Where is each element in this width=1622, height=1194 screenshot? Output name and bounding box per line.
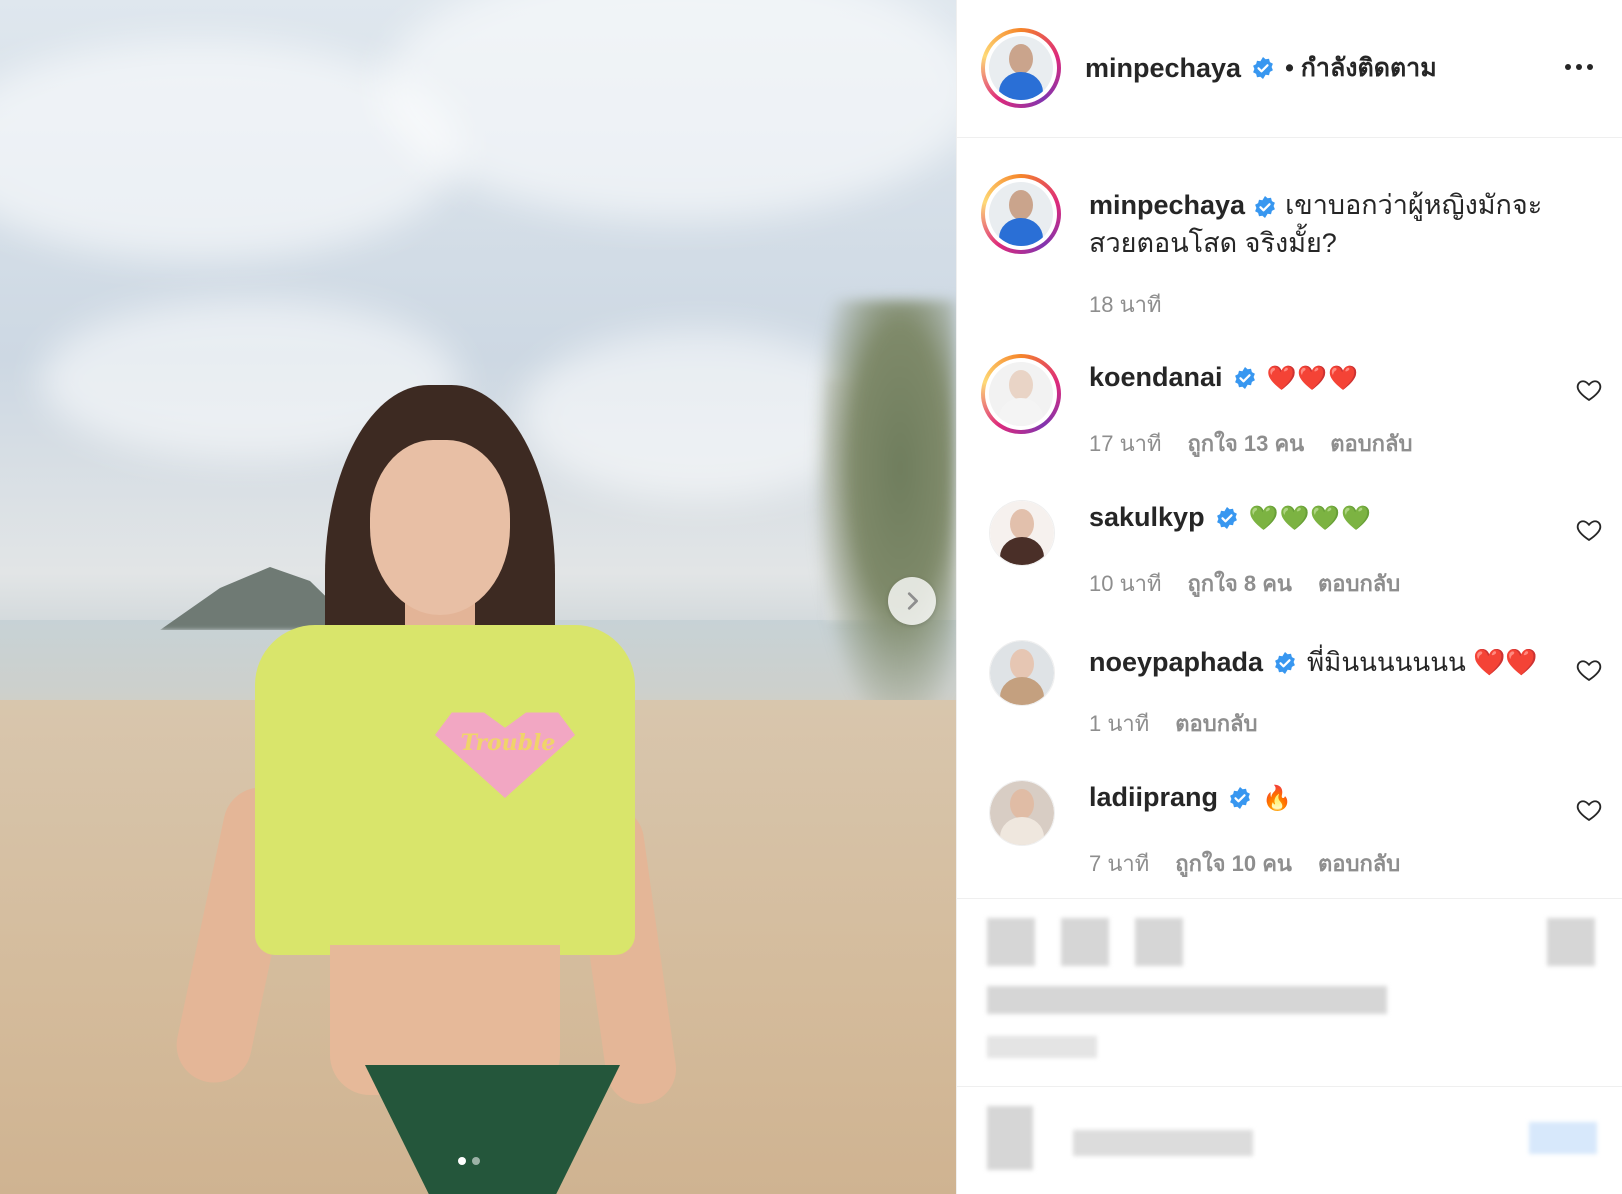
comment-meta: 17 นาที ถูกใจ 13 คน ตอบกลับ bbox=[1089, 426, 1412, 461]
author-avatar[interactable] bbox=[981, 28, 1061, 108]
comment-time: 17 นาที bbox=[1089, 431, 1162, 456]
comment-4: ladiiprang 🔥 bbox=[1089, 782, 1293, 813]
commenter-avatar[interactable] bbox=[989, 640, 1055, 706]
comment-username[interactable]: koendanai bbox=[1089, 362, 1223, 393]
carousel-dot-active bbox=[458, 1157, 466, 1165]
heart-outline-icon[interactable] bbox=[1575, 376, 1603, 404]
post-photo[interactable]: Trouble bbox=[0, 0, 956, 1194]
comments-divider bbox=[957, 898, 1622, 899]
carousel-indicator bbox=[458, 1157, 480, 1165]
following-status[interactable]: • กำลังติดตาม bbox=[1285, 48, 1437, 88]
comment-likes[interactable]: ถูกใจ 13 คน bbox=[1187, 426, 1304, 461]
comment-reply-button[interactable]: ตอบกลับ bbox=[1318, 566, 1400, 601]
comment-text: 🔥 bbox=[1262, 783, 1293, 812]
comment-username[interactable]: noeypaphada bbox=[1089, 647, 1263, 678]
heart-outline-icon[interactable] bbox=[1575, 796, 1603, 824]
comment-username[interactable]: ladiiprang bbox=[1089, 782, 1218, 813]
verified-badge-icon bbox=[1275, 651, 1295, 674]
commenter-avatar[interactable] bbox=[981, 354, 1061, 434]
comment-reply-button[interactable]: ตอบกลับ bbox=[1330, 426, 1412, 461]
heart-outline-icon[interactable] bbox=[1575, 516, 1603, 544]
commenter-avatar[interactable] bbox=[989, 500, 1055, 566]
comment-3: noeypaphada พี่มินนนนนนน ❤️❤️ bbox=[1089, 642, 1538, 683]
verified-badge-icon bbox=[1253, 57, 1273, 79]
caption-meta: 18 นาที bbox=[1089, 287, 1161, 322]
comment-likes[interactable]: ถูกใจ 8 คน bbox=[1187, 566, 1292, 601]
trees bbox=[816, 300, 956, 720]
more-options-button[interactable] bbox=[1561, 60, 1597, 74]
author-username[interactable]: minpechaya bbox=[1085, 53, 1241, 84]
carousel-dot bbox=[472, 1157, 480, 1165]
verified-badge-icon bbox=[1234, 366, 1255, 389]
post-header: minpechaya • กำลังติดตาม bbox=[957, 0, 1622, 138]
comment-reply-button[interactable]: ตอบกลับ bbox=[1318, 846, 1400, 881]
verified-badge-icon bbox=[1230, 786, 1250, 809]
comment-time: 10 นาที bbox=[1089, 571, 1162, 596]
caption-username[interactable]: minpechaya bbox=[1089, 190, 1245, 220]
comment-meta: 1 นาที ตอบกลับ bbox=[1089, 706, 1257, 741]
comment-meta: 10 นาที ถูกใจ 8 คน ตอบกลับ bbox=[1089, 566, 1400, 601]
green-crop-top bbox=[255, 625, 635, 955]
post-side-panel: minpechaya • กำลังติดตาม minpechaya เขาบอ… bbox=[956, 0, 1622, 1194]
comment-text: ❤️❤️❤️ bbox=[1266, 363, 1360, 392]
comment-reply-button[interactable]: ตอบกลับ bbox=[1175, 706, 1257, 741]
comment-text: พี่มินนนนนนน ❤️❤️ bbox=[1307, 647, 1538, 677]
shirt-graphic-text: Trouble bbox=[460, 730, 556, 756]
post-caption: minpechaya เขาบอกว่าผู้หญิงมักจะสวยตอนโสด… bbox=[1089, 186, 1589, 262]
comment-time: 7 นาที bbox=[1089, 851, 1150, 876]
caption-avatar[interactable] bbox=[981, 174, 1061, 254]
comment-likes[interactable]: ถูกใจ 10 คน bbox=[1175, 846, 1292, 881]
comment-meta: 7 นาที ถูกใจ 10 คน ตอบกลับ bbox=[1089, 846, 1400, 881]
more-horizontal-icon bbox=[1565, 64, 1571, 70]
woman-figure bbox=[169, 385, 681, 1194]
carousel-next-button[interactable] bbox=[888, 577, 936, 625]
comment-time: 1 นาที bbox=[1089, 711, 1150, 736]
heart-outline-icon[interactable] bbox=[1575, 656, 1603, 684]
green-bikini bbox=[365, 1065, 620, 1194]
action-divider bbox=[957, 1086, 1622, 1087]
comment-2: sakulkyp 💚💚💚💚 bbox=[1089, 502, 1372, 533]
verified-badge-icon bbox=[1216, 506, 1237, 529]
comment-1: koendanai ❤️❤️❤️ bbox=[1089, 362, 1359, 393]
comment-username[interactable]: sakulkyp bbox=[1089, 502, 1205, 533]
chevron-right-icon bbox=[907, 592, 918, 610]
comment-text: 💚💚💚💚 bbox=[1248, 503, 1373, 532]
caption-time: 18 นาที bbox=[1089, 292, 1162, 317]
commenter-avatar[interactable] bbox=[989, 780, 1055, 846]
verified-badge-icon bbox=[1255, 195, 1275, 218]
